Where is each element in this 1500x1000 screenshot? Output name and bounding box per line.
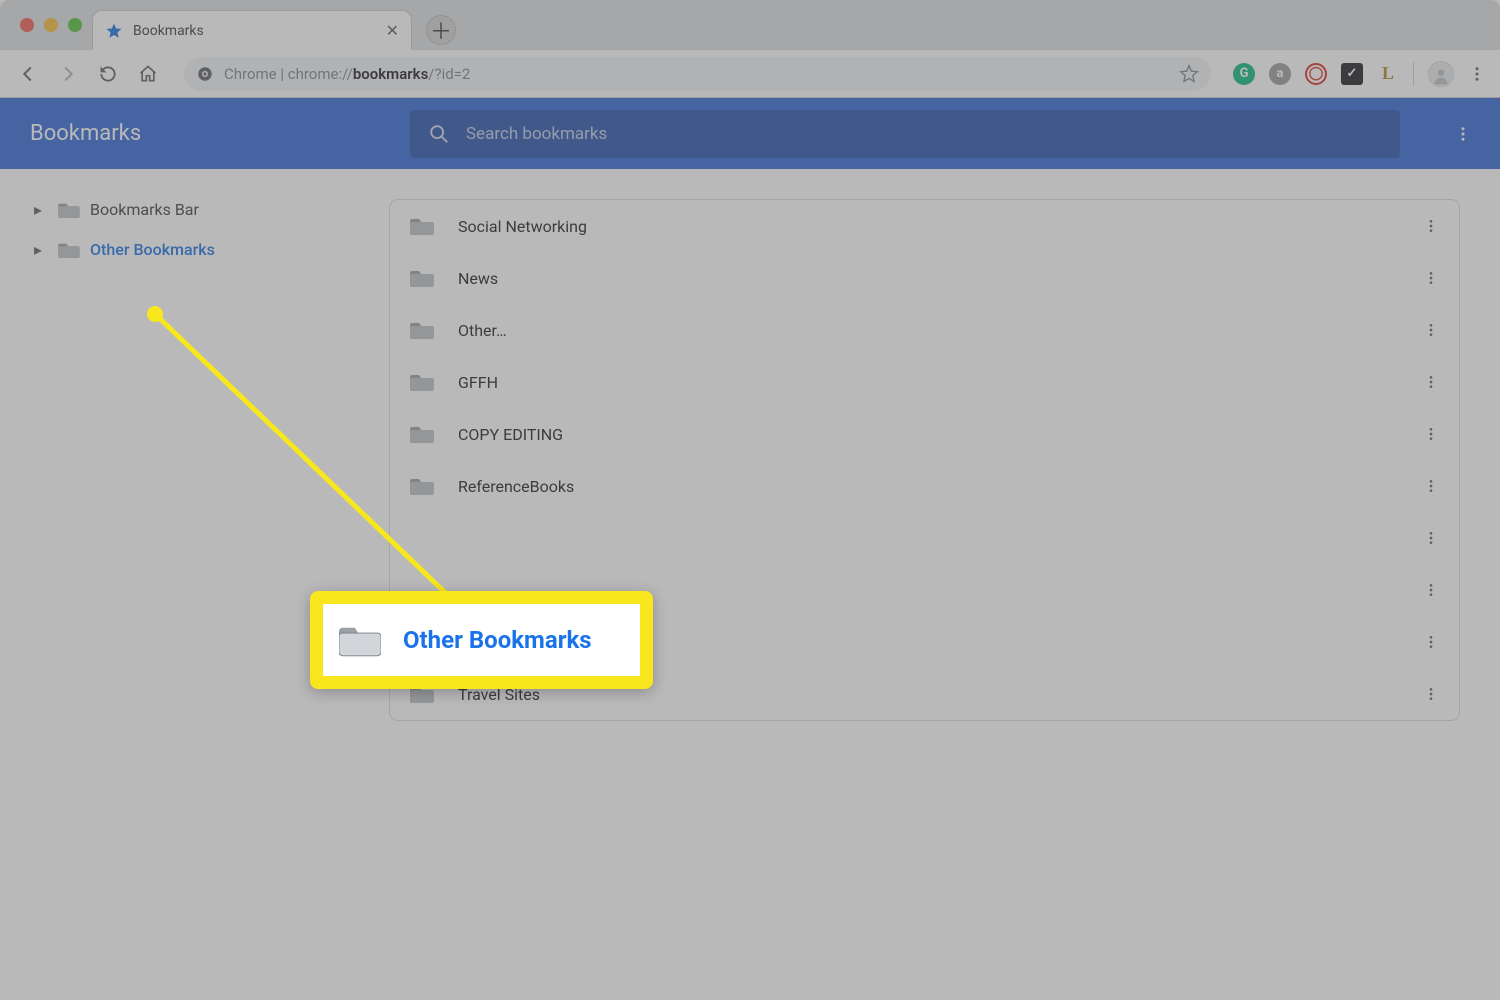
address-bar[interactable]: Chrome | chrome://bookmarks/?id=2 xyxy=(184,57,1211,91)
close-tab-button[interactable]: ✕ xyxy=(386,21,399,40)
row-label: Social Networking xyxy=(458,217,1399,236)
reload-button[interactable] xyxy=(94,60,122,88)
folder-icon xyxy=(410,476,434,496)
browser-tab[interactable]: Bookmarks ✕ xyxy=(92,10,412,50)
row-label: Other… xyxy=(458,321,1399,340)
row-menu-button[interactable] xyxy=(1423,426,1439,442)
maximize-window-button[interactable] xyxy=(68,18,82,32)
app-header: Bookmarks xyxy=(0,98,1500,169)
tree-item-bookmarks-bar[interactable]: ▸ Bookmarks Bar xyxy=(10,189,379,229)
ext-a-icon[interactable]: a xyxy=(1269,63,1291,85)
folder-icon xyxy=(410,632,434,652)
row-menu-button[interactable] xyxy=(1423,478,1439,494)
folder-icon xyxy=(410,372,434,392)
row-menu-button[interactable] xyxy=(1423,374,1439,390)
folder-icon xyxy=(410,268,434,288)
ext-o-icon[interactable]: ◯ xyxy=(1305,63,1327,85)
browser-window: Bookmarks ✕ ＋ Chrome | chrome://bookmark… xyxy=(0,0,1500,1000)
url-text: Chrome | chrome://bookmarks/?id=2 xyxy=(224,65,470,83)
folder-icon xyxy=(58,200,80,218)
bookmark-folder-row[interactable]: Other… xyxy=(390,304,1459,356)
bookmark-folder-row[interactable] xyxy=(390,564,1459,616)
bookmarks-app: Bookmarks ▸ Bookmarks Bar ▸ Other Book xyxy=(0,98,1500,1000)
traffic-lights[interactable] xyxy=(10,18,92,50)
search-icon xyxy=(428,123,450,145)
bookmark-folder-row[interactable]: News xyxy=(390,252,1459,304)
bookmark-folder-row[interactable]: PlagerismCheckers xyxy=(390,616,1459,668)
ext-check-icon[interactable]: ✓ xyxy=(1341,63,1363,85)
row-label: GFFH xyxy=(458,373,1399,392)
tree-label: Bookmarks Bar xyxy=(90,200,199,219)
row-menu-button[interactable] xyxy=(1423,686,1439,702)
folder-icon xyxy=(410,320,434,340)
content-area: Social Networking News Other… xyxy=(389,169,1500,1000)
close-window-button[interactable] xyxy=(20,18,34,32)
profile-avatar[interactable] xyxy=(1428,61,1454,87)
row-menu-button[interactable] xyxy=(1423,634,1439,650)
folder-icon xyxy=(410,216,434,236)
row-menu-button[interactable] xyxy=(1423,218,1439,234)
app-menu-button[interactable] xyxy=(1446,125,1480,143)
app-body: ▸ Bookmarks Bar ▸ Other Bookmarks Social… xyxy=(0,169,1500,1000)
ext-grammarly-icon[interactable]: G xyxy=(1233,63,1255,85)
bookmark-folder-row[interactable]: ReferenceBooks xyxy=(390,460,1459,512)
bookmark-star-icon xyxy=(105,22,123,40)
bookmark-folder-row[interactable]: GFFH xyxy=(390,356,1459,408)
row-label: PlagerismCheckers xyxy=(458,633,1399,652)
folder-icon xyxy=(410,424,434,444)
row-label: News xyxy=(458,269,1399,288)
toolbar-right: G a ◯ ✓ L xyxy=(1233,61,1486,87)
bookmark-folder-row[interactable] xyxy=(390,512,1459,564)
forward-button[interactable] xyxy=(54,60,82,88)
tab-strip: Bookmarks ✕ ＋ xyxy=(0,0,1500,50)
row-label: COPY EDITING xyxy=(458,425,1399,444)
folder-icon xyxy=(58,240,80,258)
row-label: ReferenceBooks xyxy=(458,477,1399,496)
new-tab-button[interactable]: ＋ xyxy=(426,15,456,45)
app-title: Bookmarks xyxy=(20,121,390,146)
expand-arrow-icon[interactable]: ▸ xyxy=(34,200,48,219)
sidebar: ▸ Bookmarks Bar ▸ Other Bookmarks xyxy=(0,169,389,1000)
star-icon[interactable] xyxy=(1179,64,1199,84)
bookmark-folder-row[interactable]: Travel Sites xyxy=(390,668,1459,720)
home-button[interactable] xyxy=(134,60,162,88)
tree-item-other-bookmarks[interactable]: ▸ Other Bookmarks xyxy=(10,229,379,269)
browser-menu-button[interactable] xyxy=(1468,65,1486,83)
chrome-icon xyxy=(196,65,214,83)
minimize-window-button[interactable] xyxy=(44,18,58,32)
tree-label: Other Bookmarks xyxy=(90,240,215,259)
ext-l-icon[interactable]: L xyxy=(1377,63,1399,85)
row-menu-button[interactable] xyxy=(1423,530,1439,546)
bookmark-folder-row[interactable]: Social Networking xyxy=(390,200,1459,252)
row-menu-button[interactable] xyxy=(1423,270,1439,286)
row-label: Travel Sites xyxy=(458,685,1399,704)
browser-toolbar: Chrome | chrome://bookmarks/?id=2 G a ◯ … xyxy=(0,50,1500,98)
back-button[interactable] xyxy=(14,60,42,88)
search-box[interactable] xyxy=(410,110,1400,158)
row-menu-button[interactable] xyxy=(1423,322,1439,338)
bookmark-list: Social Networking News Other… xyxy=(389,199,1460,721)
tab-title: Bookmarks xyxy=(133,23,376,39)
folder-icon xyxy=(410,684,434,704)
expand-arrow-icon[interactable]: ▸ xyxy=(34,240,48,259)
toolbar-divider xyxy=(1413,62,1414,86)
row-menu-button[interactable] xyxy=(1423,582,1439,598)
search-input[interactable] xyxy=(466,124,1382,144)
bookmark-folder-row[interactable]: COPY EDITING xyxy=(390,408,1459,460)
